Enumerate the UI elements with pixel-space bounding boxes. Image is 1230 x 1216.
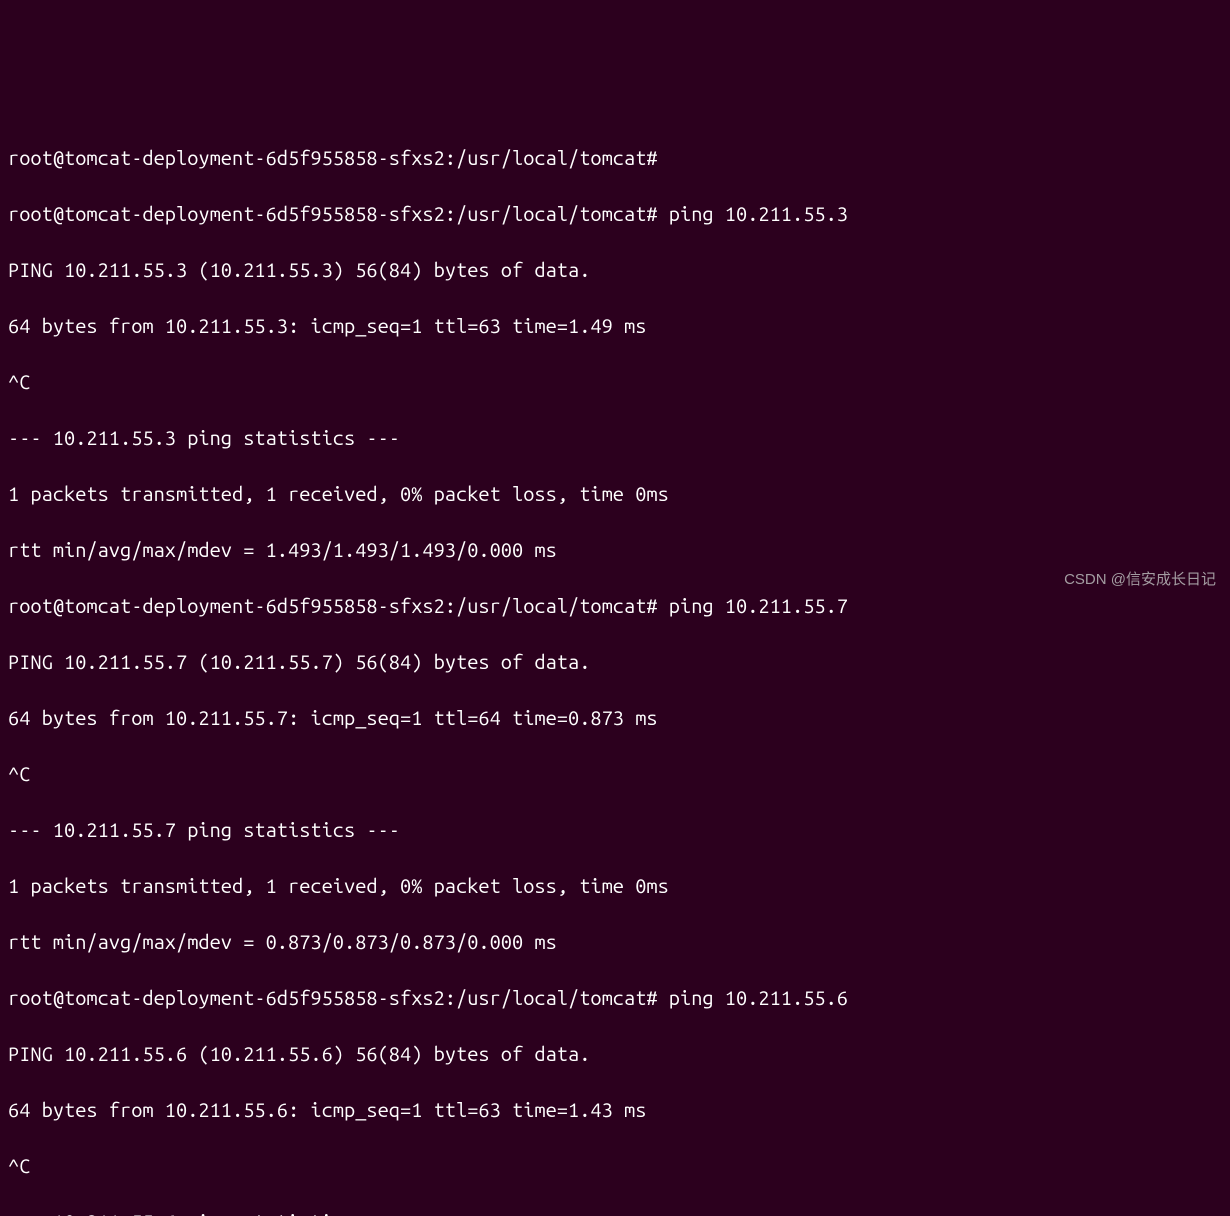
- terminal-line: PING 10.211.55.6 (10.211.55.6) 56(84) by…: [8, 1040, 1222, 1068]
- terminal-line: 64 bytes from 10.211.55.7: icmp_seq=1 tt…: [8, 704, 1222, 732]
- terminal-line: root@tomcat-deployment-6d5f955858-sfxs2:…: [8, 592, 1222, 620]
- terminal-line: root@tomcat-deployment-6d5f955858-sfxs2:…: [8, 144, 1222, 172]
- terminal-line: 64 bytes from 10.211.55.6: icmp_seq=1 tt…: [8, 1096, 1222, 1124]
- terminal-line: 1 packets transmitted, 1 received, 0% pa…: [8, 872, 1222, 900]
- terminal-line: --- 10.211.55.3 ping statistics ---: [8, 424, 1222, 452]
- terminal-line: --- 10.211.55.6 ping statistics ---: [8, 1208, 1222, 1216]
- terminal-line: ^C: [8, 1152, 1222, 1180]
- terminal-line: root@tomcat-deployment-6d5f955858-sfxs2:…: [8, 984, 1222, 1012]
- terminal-line: ^C: [8, 368, 1222, 396]
- terminal-line: 1 packets transmitted, 1 received, 0% pa…: [8, 480, 1222, 508]
- watermark-text: CSDN @信安成长日记: [1064, 569, 1216, 590]
- terminal-line: PING 10.211.55.7 (10.211.55.7) 56(84) by…: [8, 648, 1222, 676]
- terminal-line: 64 bytes from 10.211.55.3: icmp_seq=1 tt…: [8, 312, 1222, 340]
- terminal-line: --- 10.211.55.7 ping statistics ---: [8, 816, 1222, 844]
- terminal-line: rtt min/avg/max/mdev = 1.493/1.493/1.493…: [8, 536, 1222, 564]
- terminal-line: PING 10.211.55.3 (10.211.55.3) 56(84) by…: [8, 256, 1222, 284]
- terminal-line: root@tomcat-deployment-6d5f955858-sfxs2:…: [8, 200, 1222, 228]
- terminal-output[interactable]: root@tomcat-deployment-6d5f955858-sfxs2:…: [8, 116, 1222, 1216]
- terminal-line: rtt min/avg/max/mdev = 0.873/0.873/0.873…: [8, 928, 1222, 956]
- terminal-line: ^C: [8, 760, 1222, 788]
